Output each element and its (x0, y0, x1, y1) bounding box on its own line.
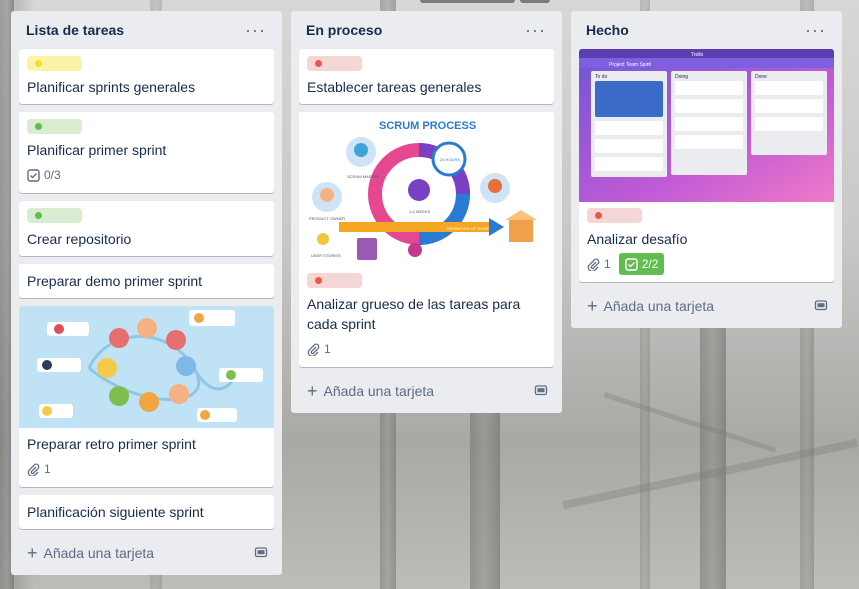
checklist-count: 0/3 (44, 168, 61, 182)
card-template-icon[interactable] (814, 298, 828, 315)
card-cover-image: Trello Project Team Spirit To do Doing D… (579, 49, 834, 202)
list-header: Lista de tareas ··· (19, 11, 274, 49)
list-hecho: Hecho ··· Trello Project Team Spirit To … (571, 11, 842, 328)
ellipsis-icon[interactable]: ··· (801, 21, 830, 39)
paperclip-icon (587, 258, 600, 271)
attachment-count: 1 (604, 257, 611, 271)
list-en-proceso: En proceso ··· Establecer tareas general… (291, 11, 562, 413)
card-badges: 0/3 (27, 164, 266, 186)
card-crear-repositorio[interactable]: Crear repositorio (19, 201, 274, 256)
attachment-badge: 1 (27, 458, 51, 480)
add-card-label: Añada una tarjeta (43, 545, 155, 561)
plus-icon: + (587, 296, 598, 316)
checkbox-icon (624, 257, 638, 271)
add-card-button[interactable]: + Añada una tarjeta (19, 537, 274, 567)
card-badges: 1 (307, 338, 546, 360)
add-card-label: Añada una tarjeta (323, 383, 435, 399)
add-card-button[interactable]: + Añada una tarjeta (299, 375, 554, 405)
cover-weeks: 1-4 WEEKS (409, 209, 431, 214)
cover-hours: 24 HOURS (440, 157, 460, 162)
card-planificar-sprints-generales[interactable]: Planificar sprints generales (19, 49, 274, 104)
card-analizar-grueso[interactable]: SCRUM PROCESS 1-4 WEEKS 24 HOURS SCRUM M… (299, 112, 554, 367)
cover-user-stories: USER STORIES (311, 253, 341, 258)
card-title: Preparar retro primer sprint (27, 436, 196, 452)
card-preparar-demo-primer-sprint[interactable]: Preparar demo primer sprint (19, 264, 274, 298)
card-badges: 1 (27, 458, 266, 480)
checkbox-icon (27, 168, 40, 182)
paperclip-icon (27, 463, 40, 476)
card-cover-image: SCRUM PROCESS 1-4 WEEKS 24 HOURS SCRUM M… (299, 112, 554, 267)
card-body: Analizar grueso de las tareas para cada … (299, 267, 554, 367)
cover-app-name: Trello (691, 52, 704, 58)
add-card-button[interactable]: + Añada una tarjeta (579, 290, 834, 320)
label-yellow[interactable] (27, 56, 82, 71)
checklist-badge-complete: 2/2 (618, 253, 665, 275)
label-red[interactable] (307, 273, 362, 288)
card-title: Planificación siguiente sprint (27, 504, 204, 520)
cover-definition-of-done: DEFINITION OF DONE (447, 226, 489, 231)
card-title: Preparar demo primer sprint (27, 273, 203, 289)
plus-icon: + (307, 381, 318, 401)
cover-col-done: Done (755, 74, 767, 80)
card-body: Preparar retro primer sprint 1 (19, 428, 274, 487)
cover-col-todo: To do (595, 74, 607, 80)
label-red[interactable] (587, 208, 642, 223)
card-title: Crear repositorio (27, 231, 132, 247)
label-green[interactable] (27, 208, 82, 223)
list-header: En proceso ··· (299, 11, 554, 49)
list-title[interactable]: En proceso (306, 22, 382, 38)
add-card-label: Añada una tarjeta (603, 298, 715, 314)
cover-board-name: Project Team Spirit (609, 62, 651, 68)
ellipsis-icon[interactable]: ··· (241, 21, 270, 39)
label-green[interactable] (27, 119, 82, 134)
card-title: Planificar primer sprint (27, 142, 167, 158)
cover-col-doing: Doing (675, 74, 688, 80)
card-cover-image (19, 306, 274, 428)
card-planificacion-siguiente-sprint[interactable]: Planificación siguiente sprint (19, 495, 274, 529)
card-body: Analizar desafío 1 2/2 (579, 202, 834, 282)
label-red[interactable] (307, 56, 362, 71)
card-template-icon[interactable] (254, 545, 268, 562)
card-title: Establecer tareas generales (307, 79, 482, 95)
cover-scrum-master: SCRUM MASTER (347, 174, 380, 179)
list-title[interactable]: Lista de tareas (26, 22, 124, 38)
attachment-badge: 1 (307, 338, 331, 360)
attachment-badge: 1 (587, 253, 611, 275)
card-title: Planificar sprints generales (27, 79, 196, 95)
plus-icon: + (27, 543, 38, 563)
attachment-count: 1 (44, 462, 51, 476)
list-header: Hecho ··· (579, 11, 834, 49)
paperclip-icon (307, 343, 320, 356)
list-lista-de-tareas: Lista de tareas ··· Planificar sprints g… (11, 11, 282, 575)
checklist-badge: 0/3 (27, 164, 61, 186)
attachment-count: 1 (324, 342, 331, 356)
card-planificar-primer-sprint[interactable]: Planificar primer sprint 0/3 (19, 112, 274, 193)
card-preparar-retro-primer-sprint[interactable]: Preparar retro primer sprint 1 (19, 306, 274, 487)
card-title: Analizar grueso de las tareas para cada … (307, 296, 521, 332)
ellipsis-icon[interactable]: ··· (521, 21, 550, 39)
cover-product-owner: PRODUCT OWNER (309, 216, 345, 221)
list-title[interactable]: Hecho (586, 22, 629, 38)
card-title: Analizar desafío (587, 231, 688, 247)
card-template-icon[interactable] (534, 383, 548, 400)
cover-heading: SCRUM PROCESS (379, 120, 476, 132)
checklist-count: 2/2 (641, 257, 659, 271)
card-establecer-tareas-generales[interactable]: Establecer tareas generales (299, 49, 554, 104)
card-analizar-desafio[interactable]: Trello Project Team Spirit To do Doing D… (579, 49, 834, 282)
card-badges: 1 2/2 (587, 253, 826, 275)
